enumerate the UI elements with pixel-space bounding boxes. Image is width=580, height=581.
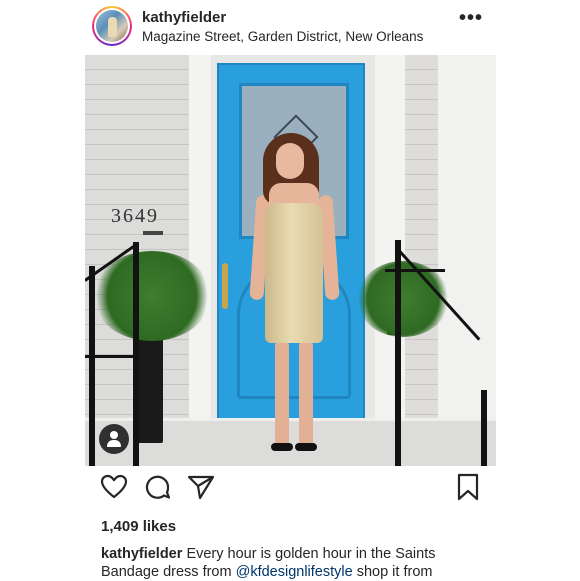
house-number: 3649 [111,205,159,227]
tagged-person-body [107,440,121,447]
post-header: kathyfielder Magazine Street, Garden Dis… [0,0,580,52]
username-link[interactable]: kathyfielder [142,9,226,26]
bookmark-icon[interactable] [454,472,486,504]
door-trim-left [189,55,211,466]
more-options-icon[interactable]: ••• [458,8,484,34]
post-image[interactable]: 3649 [85,55,496,466]
shoe-right [295,443,317,451]
woman-leg-right [299,340,313,448]
action-bar [0,472,580,512]
woman-leg-left [275,340,289,448]
comment-bubble-icon[interactable] [143,472,175,504]
profile-photo-figure [108,17,117,37]
profile-photo [96,10,128,42]
paper-plane-icon[interactable] [186,472,218,504]
porch-column [438,55,496,466]
post-caption: kathyfielder Every hour is golden hour i… [101,545,491,581]
door-handle [222,263,228,309]
woman-face [276,143,304,179]
location-link[interactable]: Magazine Street, Garden District, New Or… [142,29,423,44]
tagged-person-head [110,431,118,439]
caption-line-2: Bandage dress from @kfdesignlifestyle sh… [101,563,491,581]
caption-text-3: shop it from [352,564,433,580]
railing-post-left-outer [89,266,95,466]
fern-left [93,251,211,341]
caption-mention[interactable]: @kfdesignlifestyle [236,564,353,580]
likes-count[interactable]: 1,409 likes [101,518,176,535]
mail-slot [143,231,163,235]
railing-rail-left-mid [85,355,139,358]
caption-text-2: Bandage dress from [101,564,236,580]
caption-line-1: kathyfielder Every hour is golden hour i… [101,545,491,563]
avatar[interactable] [92,6,132,46]
caption-text-1: Every hour is golden hour in the Saints [186,546,436,562]
heart-icon[interactable] [99,472,131,504]
tagged-person-icon[interactable] [99,424,129,454]
caption-username[interactable]: kathyfielder [101,546,182,562]
railing-rail-right-top [385,269,445,272]
railing-post-right-outer [481,390,487,466]
shoe-left [271,443,293,451]
avatar-ring-gap [94,8,130,44]
fern-right [357,261,449,337]
railing-post-right [395,240,401,466]
railing-post-left [133,242,139,466]
gold-dress [265,203,323,343]
